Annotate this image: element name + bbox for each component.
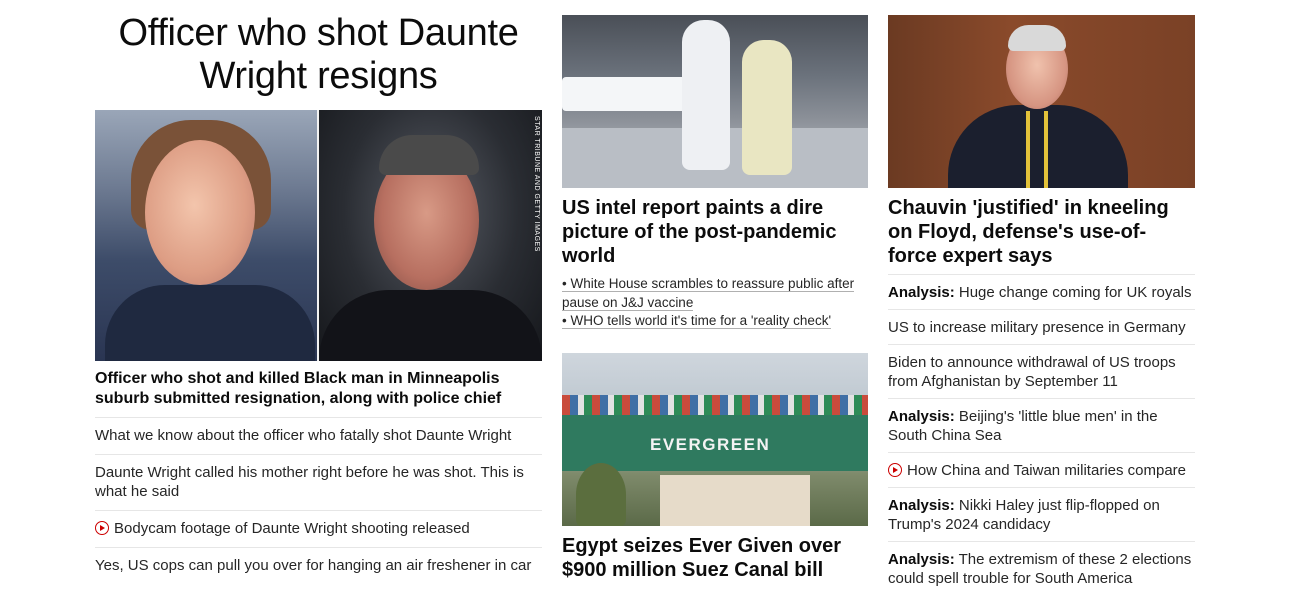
related-stories-list: What we know about the officer who fatal… <box>95 417 542 584</box>
list-item[interactable]: Yes, US cops can pull you over for hangi… <box>95 547 542 584</box>
play-video-icon <box>888 463 902 477</box>
banner-headline[interactable]: Officer who shot Daunte Wright resigns <box>95 12 542 98</box>
list-item[interactable]: Analysis: Beijing's 'little blue men' in… <box>888 398 1195 452</box>
list-item[interactable]: Bodycam footage of Daunte Wright shootin… <box>95 510 542 547</box>
list-item[interactable]: • WHO tells world it's time for a 'reali… <box>562 312 868 331</box>
pandemic-story-photo[interactable] <box>562 15 868 188</box>
ship-name: EVERGREEN <box>650 434 771 454</box>
list-item[interactable]: • White House scrambles to reassure publ… <box>562 275 868 312</box>
photo-credit: STAR TRIBUNE AND GETTY IMAGES <box>533 116 540 252</box>
list-item[interactable]: Analysis: Nikki Haley just flip-flopped … <box>888 487 1195 541</box>
pandemic-related-list: • White House scrambles to reassure publ… <box>562 275 868 331</box>
portrait-right <box>319 110 542 361</box>
list-item[interactable]: US to increase military presence in Germ… <box>888 309 1195 344</box>
chauvin-story-photo[interactable] <box>888 15 1195 188</box>
list-item[interactable]: Biden to announce withdrawal of US troop… <box>888 344 1195 398</box>
middle-column: US intel report paints a dire picture of… <box>562 0 868 582</box>
right-column: Chauvin 'justified' in kneeling on Floyd… <box>888 0 1195 595</box>
egypt-story-headline[interactable]: Egypt seizes Ever Given over $900 millio… <box>562 534 868 582</box>
play-video-icon <box>95 521 109 535</box>
list-item[interactable]: Daunte Wright called his mother right be… <box>95 454 542 510</box>
lead-story-column: Officer who shot Daunte Wright resigns S… <box>95 0 542 584</box>
lead-story-headline[interactable]: Officer who shot and killed Black man in… <box>95 369 542 409</box>
egypt-story-photo[interactable]: EVERGREEN <box>562 352 868 526</box>
pandemic-story-headline[interactable]: US intel report paints a dire picture of… <box>562 196 868 268</box>
list-item[interactable]: Analysis: Huge change coming for UK roya… <box>888 274 1195 309</box>
headlines-list: Analysis: Huge change coming for UK roya… <box>888 274 1195 595</box>
list-item[interactable]: What we know about the officer who fatal… <box>95 417 542 454</box>
list-item[interactable]: How China and Taiwan militaries compare <box>888 452 1195 487</box>
list-item[interactable]: Analysis: The extremism of these 2 elect… <box>888 541 1195 595</box>
chauvin-story-headline[interactable]: Chauvin 'justified' in kneeling on Floyd… <box>888 196 1195 268</box>
portrait-left <box>95 110 317 361</box>
lead-story-photo[interactable]: STAR TRIBUNE AND GETTY IMAGES <box>95 110 542 361</box>
